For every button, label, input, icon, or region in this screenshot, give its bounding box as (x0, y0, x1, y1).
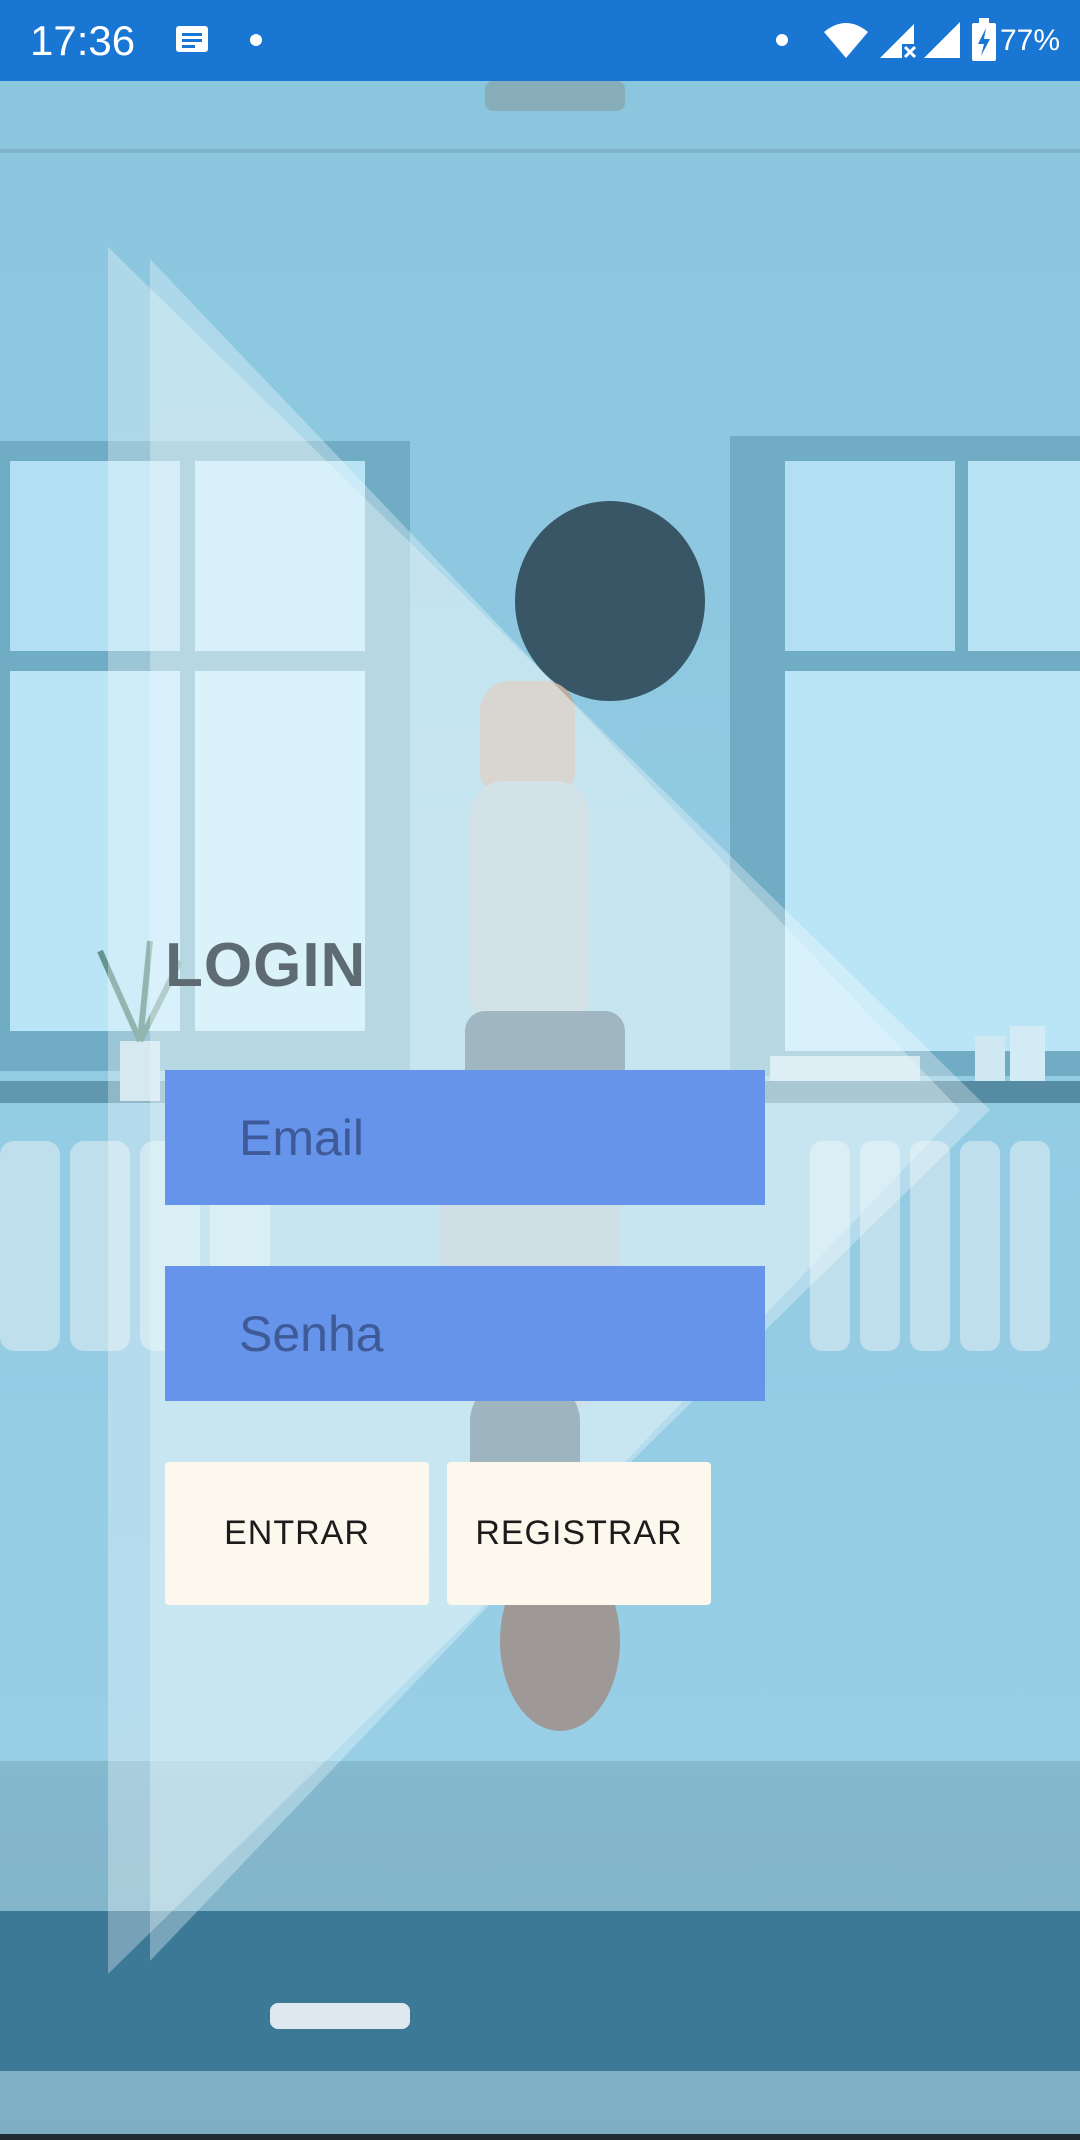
battery-percentage: 77% (1000, 24, 1061, 57)
email-field[interactable] (165, 1070, 765, 1205)
register-button[interactable]: REGISTRAR (447, 1462, 711, 1605)
email-input[interactable] (237, 1107, 765, 1168)
notification-dot (250, 34, 262, 46)
status-time: 17:36 (30, 17, 136, 64)
battery-charging-icon (972, 18, 996, 61)
enter-button[interactable]: ENTRAR (165, 1462, 429, 1605)
login-title: LOGIN (165, 931, 367, 1000)
message-icon (176, 26, 208, 52)
bottom-edge (0, 2134, 1080, 2140)
password-input[interactable] (237, 1303, 765, 1364)
password-field[interactable] (165, 1266, 765, 1401)
login-screen: 17:36 77% LOGIN Email ENTRAR REGISTRAR (0, 0, 1080, 2140)
notification-dot (776, 34, 788, 46)
status-bar: 17:36 77% (0, 0, 1080, 81)
wifi-icon (824, 23, 868, 58)
signal-icon (924, 22, 960, 58)
phone-decoration (270, 2003, 410, 2029)
signal-no-service-icon (880, 24, 917, 59)
